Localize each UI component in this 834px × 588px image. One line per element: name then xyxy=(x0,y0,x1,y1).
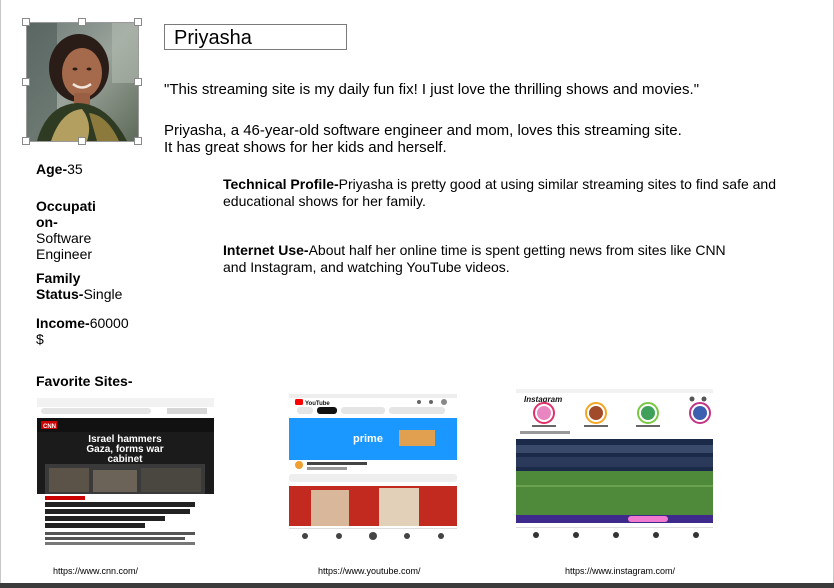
resize-handle-left[interactable] xyxy=(22,78,30,86)
family-label-1: Family xyxy=(36,270,81,286)
occupation-label-2: on- xyxy=(36,214,58,230)
internet-text-2: and Instagram, and watching YouTube vide… xyxy=(223,259,510,275)
income-value: 60000 xyxy=(89,315,129,331)
persona-name: Priyasha xyxy=(174,27,252,49)
income-row: Income-60000 $ xyxy=(36,315,129,347)
prime-logo: prime xyxy=(353,433,383,445)
youtube-screenshot[interactable]: YouTube prime xyxy=(289,394,457,548)
resize-handle-top[interactable] xyxy=(78,18,86,26)
persona-name-box[interactable]: Priyasha xyxy=(164,24,347,50)
resize-handle-bottom-left[interactable] xyxy=(22,137,30,145)
occupation-row: Occupati on- Software Engineer xyxy=(36,198,96,262)
occupation-value-2: Engineer xyxy=(36,246,93,262)
instagram-url[interactable]: https://www.instagram.com/ xyxy=(565,566,675,576)
persona-photo[interactable] xyxy=(22,18,142,145)
age-value: 35 xyxy=(67,161,83,177)
cnn-screenshot[interactable]: CNN Israel hammers Gaza, forms war cabin… xyxy=(37,398,214,550)
internet-text-1: About half her online time is spent gett… xyxy=(308,242,726,258)
technical-profile: Technical Profile-Priyasha is pretty goo… xyxy=(223,176,823,210)
resize-handle-right[interactable] xyxy=(134,78,142,86)
internet-use: Internet Use-About half her online time … xyxy=(223,242,783,276)
youtube-logo: YouTube xyxy=(305,401,330,407)
persona-bio: Priyasha, a 46-year-old software enginee… xyxy=(164,122,682,156)
income-unit: $ xyxy=(36,331,44,347)
resize-handle-top-right[interactable] xyxy=(134,18,142,26)
cnn-logo: CNN xyxy=(43,424,56,430)
resize-handle-top-left[interactable] xyxy=(22,18,30,26)
occupation-value-1: Software xyxy=(36,230,92,246)
persona-quote: "This streaming site is my daily fun fix… xyxy=(164,81,700,98)
internet-label: Internet Use- xyxy=(223,242,309,258)
resize-handle-bottom-right[interactable] xyxy=(134,137,142,145)
income-label: Income- xyxy=(36,315,90,331)
cnn-headline-3: cabinet xyxy=(107,454,143,465)
bio-line-1: Priyasha, a 46-year-old software enginee… xyxy=(164,122,682,139)
cnn-url[interactable]: https://www.cnn.com/ xyxy=(53,566,138,576)
favorite-sites-title: Favorite Sites- xyxy=(36,373,133,389)
family-row: Family Status-Single xyxy=(36,270,122,302)
family-value: Single xyxy=(83,286,123,302)
youtube-url[interactable]: https://www.youtube.com/ xyxy=(318,566,421,576)
bottom-bar xyxy=(0,583,834,588)
family-label-2: Status- xyxy=(36,286,84,302)
age-label: Age- xyxy=(36,161,68,177)
technical-label: Technical Profile- xyxy=(223,176,339,192)
resize-handle-bottom[interactable] xyxy=(78,137,86,145)
occupation-label-1: Occupati xyxy=(36,198,96,214)
bio-line-2: It has great shows for her kids and hers… xyxy=(164,139,447,156)
instagram-screenshot[interactable]: Instagram xyxy=(516,389,713,544)
persona-photo-image xyxy=(27,23,138,141)
age-row: Age-35 xyxy=(36,161,83,177)
